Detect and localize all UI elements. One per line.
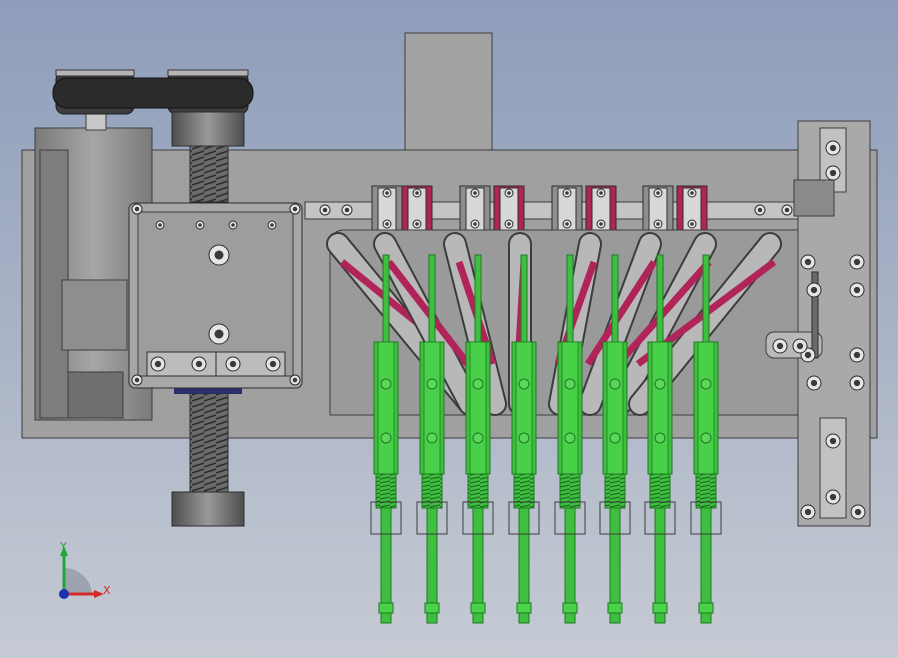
bolt-center bbox=[599, 191, 603, 195]
slot-carrier bbox=[585, 185, 617, 233]
bolt-center bbox=[385, 191, 389, 195]
bolt-center bbox=[599, 222, 603, 226]
finger-pin bbox=[472, 432, 484, 444]
bolt-center bbox=[784, 207, 790, 213]
bolt-center bbox=[214, 329, 224, 339]
bolt-center bbox=[565, 222, 569, 226]
bolt-center bbox=[804, 258, 812, 266]
bolt-center bbox=[757, 207, 763, 213]
bolt-center bbox=[322, 207, 328, 213]
bolt-center bbox=[565, 191, 569, 195]
bolt-center bbox=[829, 144, 837, 152]
bolt-center bbox=[154, 360, 162, 368]
bolt-center bbox=[507, 191, 511, 195]
bolt-center bbox=[198, 223, 202, 227]
bolt-center bbox=[776, 342, 784, 350]
y-axis-label: Y bbox=[59, 540, 67, 553]
bolt-center bbox=[656, 222, 660, 226]
bolt-center bbox=[804, 351, 812, 359]
cad-viewport[interactable]: Y X bbox=[0, 0, 898, 658]
bolt-center bbox=[829, 437, 837, 445]
finger-pin bbox=[609, 432, 621, 444]
bolt-center bbox=[854, 508, 862, 516]
bolt-center bbox=[853, 379, 861, 387]
bolt-center bbox=[134, 206, 140, 212]
bolt-center bbox=[229, 360, 237, 368]
finger-pin bbox=[700, 432, 712, 444]
bolt-center bbox=[195, 360, 203, 368]
bolt-center bbox=[853, 351, 861, 359]
finger-pin bbox=[564, 378, 576, 390]
slot-carrier bbox=[642, 185, 674, 233]
bolt-center bbox=[270, 223, 274, 227]
bolt-center bbox=[796, 342, 804, 350]
bolt-center bbox=[690, 222, 694, 226]
bolt-center bbox=[804, 508, 812, 516]
bolt-center bbox=[690, 191, 694, 195]
finger-pin bbox=[564, 432, 576, 444]
slot-carrier bbox=[676, 185, 708, 233]
x-axis-label: X bbox=[103, 584, 111, 597]
finger-pin bbox=[654, 432, 666, 444]
bolt-center bbox=[292, 206, 298, 212]
bolt-center bbox=[158, 223, 162, 227]
finger-pin bbox=[472, 378, 484, 390]
finger-pin bbox=[426, 378, 438, 390]
bolt-center bbox=[292, 377, 298, 383]
finger-pin bbox=[426, 432, 438, 444]
bolt-center bbox=[269, 360, 277, 368]
bolt-center bbox=[385, 222, 389, 226]
finger-pin bbox=[654, 378, 666, 390]
slot-carrier bbox=[401, 185, 433, 233]
finger-pin bbox=[380, 378, 392, 390]
bolt-center bbox=[473, 222, 477, 226]
slot-carrier bbox=[371, 185, 403, 233]
bolt-center bbox=[415, 222, 419, 226]
top-plate bbox=[404, 32, 493, 152]
bolt-center bbox=[344, 207, 350, 213]
slot-carrier bbox=[551, 185, 583, 233]
bolt-center bbox=[810, 379, 818, 387]
bolt-center bbox=[134, 377, 140, 383]
bolt-center bbox=[829, 493, 837, 501]
slot-carrier bbox=[493, 185, 525, 233]
bolt-center bbox=[231, 223, 235, 227]
bolt-center bbox=[507, 222, 511, 226]
timing-belt bbox=[52, 69, 254, 115]
finger-pin bbox=[518, 432, 530, 444]
bolt-center bbox=[829, 169, 837, 177]
finger-pin bbox=[518, 378, 530, 390]
axis-triad: Y X bbox=[59, 540, 111, 599]
finger-pin bbox=[380, 432, 392, 444]
bolt-center bbox=[473, 191, 477, 195]
bolt-center bbox=[853, 286, 861, 294]
finger-pin bbox=[609, 378, 621, 390]
slot-carrier bbox=[459, 185, 491, 233]
bolt-center bbox=[214, 250, 224, 260]
bolt-center bbox=[853, 258, 861, 266]
bolt-center bbox=[810, 286, 818, 294]
bolt-center bbox=[415, 191, 419, 195]
bolt-center bbox=[656, 191, 660, 195]
finger-pin bbox=[700, 378, 712, 390]
